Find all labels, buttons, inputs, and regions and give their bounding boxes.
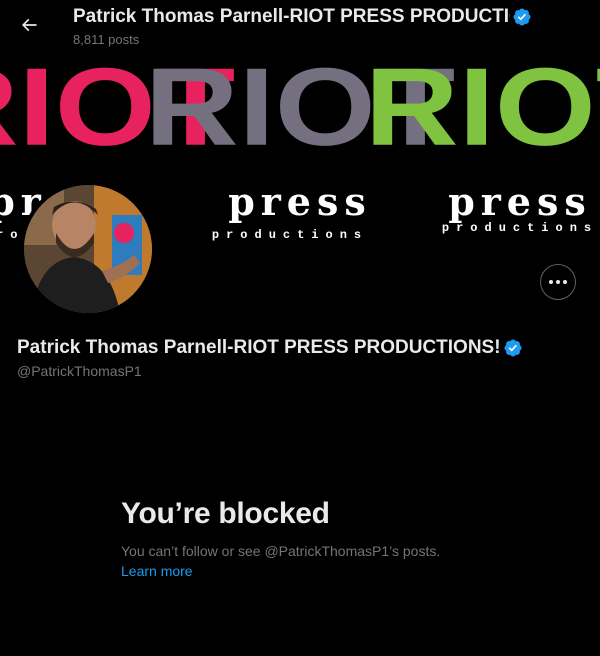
top-bar: Patrick Thomas Parnell-RIOT PRESS PRODUC… — [0, 0, 600, 53]
verified-badge-icon — [513, 8, 531, 26]
banner-press-word-3: press — [448, 179, 592, 224]
profile-handle: @PatrickThomasP1 — [17, 363, 142, 379]
blocked-notice: You’re blocked You can’t follow or see @… — [121, 497, 501, 581]
more-dot-icon — [549, 280, 553, 284]
avatar-photo — [24, 185, 152, 313]
banner-productions-word-2: productions — [212, 228, 368, 242]
back-arrow-icon — [21, 18, 37, 32]
blocked-description: You can’t follow or see @PatrickThomasP1… — [121, 543, 441, 559]
banner-press-word-2: press — [228, 179, 372, 224]
blocked-title: You’re blocked — [121, 497, 330, 530]
learn-more-link[interactable]: Learn more — [121, 563, 193, 579]
post-count: 8,811 posts — [73, 32, 140, 47]
more-dot-icon — [563, 280, 567, 284]
more-dot-icon — [556, 280, 560, 284]
profile-name-row: Patrick Thomas Parnell-RIOT PRESS PRODUC… — [17, 337, 523, 359]
verified-badge-icon[interactable] — [503, 338, 523, 358]
banner-productions-word-3: productions — [442, 221, 598, 235]
avatar[interactable] — [20, 181, 156, 317]
back-button[interactable] — [12, 8, 46, 42]
banner-riot-word-3: RIOT — [365, 53, 600, 169]
more-options-button[interactable] — [540, 264, 576, 300]
header-name-row: Patrick Thomas Parnell-RIOT PRESS PRODUC… — [73, 6, 533, 28]
header-title: Patrick Thomas Parnell-RIOT PRESS PRODUC… — [73, 6, 510, 27]
profile-display-name: Patrick Thomas Parnell-RIOT PRESS PRODUC… — [17, 337, 501, 358]
